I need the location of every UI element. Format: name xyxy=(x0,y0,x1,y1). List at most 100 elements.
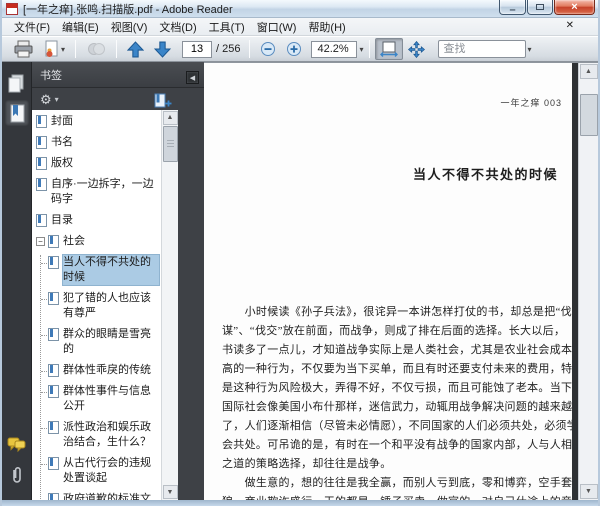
arrow-up-icon xyxy=(127,40,145,57)
menu-document[interactable]: 文档(D) xyxy=(153,17,202,37)
page-number-input[interactable] xyxy=(182,40,213,58)
paperclip-icon xyxy=(12,467,21,483)
scroll-up-icon[interactable]: ▲ xyxy=(162,110,178,125)
page-running-header: 一年之痒 003 xyxy=(500,98,562,108)
fit-width-button[interactable] xyxy=(374,38,403,60)
pages-icon xyxy=(8,74,24,92)
bookmark-item[interactable]: 政府道歉的标准文本 xyxy=(41,492,159,500)
bookmark-label: 书名 xyxy=(51,135,73,148)
next-page-button[interactable] xyxy=(149,38,176,60)
body-line: 做生意的，想的往往是我全赢，而别人亏到底，零和博弈，空手套白 xyxy=(222,477,572,489)
bookmark-item[interactable]: 群体性事件与信息公开 xyxy=(41,384,159,414)
zoom-out-button[interactable] xyxy=(255,38,281,60)
document-scrollbar[interactable]: ▲ ▼ xyxy=(578,63,598,500)
bookmarks-scrollbar[interactable]: ▲ ▼ xyxy=(161,109,178,500)
bookmark-label: 派性政治和娱乐政治结合，生什么？ xyxy=(63,420,151,448)
menu-view[interactable]: 视图(V) xyxy=(105,17,154,37)
menu-help[interactable]: 帮助(H) xyxy=(302,17,351,37)
collapse-minus-icon[interactable]: − xyxy=(36,236,45,246)
menu-window[interactable]: 窗口(W) xyxy=(251,17,303,37)
bookmark-item[interactable]: 封面 xyxy=(36,114,159,129)
zoom-in-button[interactable] xyxy=(281,38,307,60)
bookmarks-tab[interactable] xyxy=(4,100,29,126)
fit-width-icon xyxy=(379,41,398,57)
bookmark-item-society[interactable]: − 社会 xyxy=(36,234,159,249)
plus-circle-icon xyxy=(287,42,302,56)
find-input[interactable] xyxy=(437,40,526,58)
page-thumbnails-tab[interactable] xyxy=(5,70,29,96)
bookmark-page-icon xyxy=(36,177,47,191)
scrollbar-thumb[interactable] xyxy=(579,94,598,136)
bookmark-page-icon xyxy=(48,492,59,500)
toolbar-separator xyxy=(75,40,77,58)
bookmark-item[interactable]: 目录 xyxy=(36,213,159,228)
body-line: 是这种行为风险极大，弄得不好，不仅亏损，而且可能蚀了老本。当下， xyxy=(222,382,572,394)
comments-tab[interactable] xyxy=(5,432,29,458)
chevron-down-icon[interactable]: ▾ xyxy=(528,45,532,54)
share-document-icon xyxy=(45,40,58,57)
bookmark-page-icon xyxy=(48,363,59,377)
main-area: 书签 ◀ ⚙ ▾ 封面 书名 版权 自序·一边拆字，一边码字 目录 − 社会 当… xyxy=(2,62,598,500)
menu-edit[interactable]: 编辑(E) xyxy=(56,17,105,37)
collaborate-icon xyxy=(88,43,106,55)
zoom-level-field[interactable]: 42.2% xyxy=(311,40,358,58)
document-pane: 一年之痒 003 当人不得不共处的时候 小时候读《孙子兵法》，很诧异一本讲怎样打… xyxy=(204,62,598,500)
panel-title: 书签 xyxy=(40,69,62,82)
scrollbar-thumb[interactable] xyxy=(162,125,178,162)
bookmark-item[interactable]: 书名 xyxy=(36,135,159,150)
bookmarks-panel: 书签 ◀ ⚙ ▾ 封面 书名 版权 自序·一边拆字，一边码字 目录 − 社会 当… xyxy=(32,62,204,500)
share-button[interactable]: ▾ xyxy=(38,38,70,60)
menubar-close-icon[interactable]: ✕ xyxy=(566,20,574,31)
scroll-down-icon[interactable]: ▼ xyxy=(162,485,178,499)
adobe-reader-window: [一年之痒].张鸣.扫描版.pdf - Adobe Reader – × 文件(… xyxy=(0,0,600,506)
toolbar-separator xyxy=(249,40,251,58)
attachments-tab[interactable] xyxy=(5,462,29,488)
bookmarks-panel-body: 封面 书名 版权 自序·一边拆字，一边码字 目录 − 社会 当人不得不共处的时候… xyxy=(32,109,204,500)
minus-circle-icon xyxy=(261,42,276,56)
menu-tools[interactable]: 工具(T) xyxy=(203,17,251,37)
bookmark-item[interactable]: 群体性乖戾的传统 xyxy=(41,363,159,378)
bookmark-item[interactable]: 派性政治和娱乐政治结合，生什么？ xyxy=(41,420,159,450)
close-button[interactable]: × xyxy=(554,0,595,15)
body-line: 了，人们逐渐相信（尽管未必情愿），不同国家的人们必须共处，必须学 xyxy=(222,420,572,432)
bookmark-item[interactable]: 自序·一边拆字，一边码字 xyxy=(36,177,159,207)
body-line: 谋”、“伐交”放在前面，而战争，则成了排在后面的选择。长大以后， xyxy=(222,325,566,337)
full-screen-button[interactable] xyxy=(403,38,430,60)
pdf-file-icon xyxy=(6,2,18,15)
options-gear-icon[interactable]: ⚙ xyxy=(40,93,52,106)
bookmark-page-icon xyxy=(48,255,59,269)
body-line: 会共处。可吊诡的是，有时在一个和平没有战争的国家内部，人与人相处 xyxy=(222,439,572,451)
minimize-button[interactable]: – xyxy=(499,0,526,16)
expand-current-bookmark-button[interactable] xyxy=(154,93,172,112)
bookmark-label: 犯了错的人也应该有尊严 xyxy=(63,291,151,319)
bookmark-item[interactable]: 从古代行会的违规处置谈起 xyxy=(41,456,159,486)
bookmark-item-selected[interactable]: 当人不得不共处的时候 xyxy=(41,254,159,285)
bookmark-children: 当人不得不共处的时候 犯了错的人也应该有尊严 群众的眼睛是雪亮的 群体性乖戾的传… xyxy=(40,254,159,500)
bookmark-page-icon xyxy=(36,213,47,227)
print-button[interactable] xyxy=(8,38,38,60)
bookmark-label: 自序·一边拆字，一边码字 xyxy=(51,177,154,205)
menu-file[interactable]: 文件(F) xyxy=(8,17,56,37)
window-bottom-border xyxy=(2,500,598,506)
scroll-up-icon[interactable]: ▲ xyxy=(579,64,598,79)
bookmark-page-icon xyxy=(36,114,47,128)
toolbar-separator xyxy=(368,40,370,58)
bookmark-label: 封面 xyxy=(51,114,73,127)
bookmark-plus-icon xyxy=(154,93,172,108)
titlebar[interactable]: [一年之痒].张鸣.扫描版.pdf - Adobe Reader – × xyxy=(2,0,598,18)
bookmark-item[interactable]: 版权 xyxy=(36,156,159,171)
article-body: 小时候读《孙子兵法》，很诧异一本讲怎样打仗的书，却总是把“伐 谋”、“伐交”放在… xyxy=(222,303,572,500)
bookmark-page-icon xyxy=(36,135,47,149)
body-line: 小时候读《孙子兵法》，很诧异一本讲怎样打仗的书，却总是把“伐 xyxy=(222,306,572,318)
bookmark-label: 版权 xyxy=(51,156,73,169)
maximize-button[interactable] xyxy=(527,0,553,15)
pdf-page[interactable]: 一年之痒 003 当人不得不共处的时候 小时候读《孙子兵法》，很诧异一本讲怎样打… xyxy=(204,63,572,500)
previous-page-button[interactable] xyxy=(122,38,149,60)
body-line: 高的一种行为，不仅要为当下买单，而且有时还要支付未来的费用，特别 xyxy=(222,363,572,375)
window-title: [一年之痒].张鸣.扫描版.pdf - Adobe Reader xyxy=(23,3,233,16)
scroll-down-icon[interactable]: ▼ xyxy=(579,484,598,499)
chevron-down-icon[interactable]: ▾ xyxy=(359,45,363,54)
collapse-panel-button[interactable]: ◀ xyxy=(186,71,199,84)
bookmark-item[interactable]: 群众的眼睛是雪亮的 xyxy=(41,327,159,357)
bookmark-item[interactable]: 犯了错的人也应该有尊严 xyxy=(41,291,159,321)
